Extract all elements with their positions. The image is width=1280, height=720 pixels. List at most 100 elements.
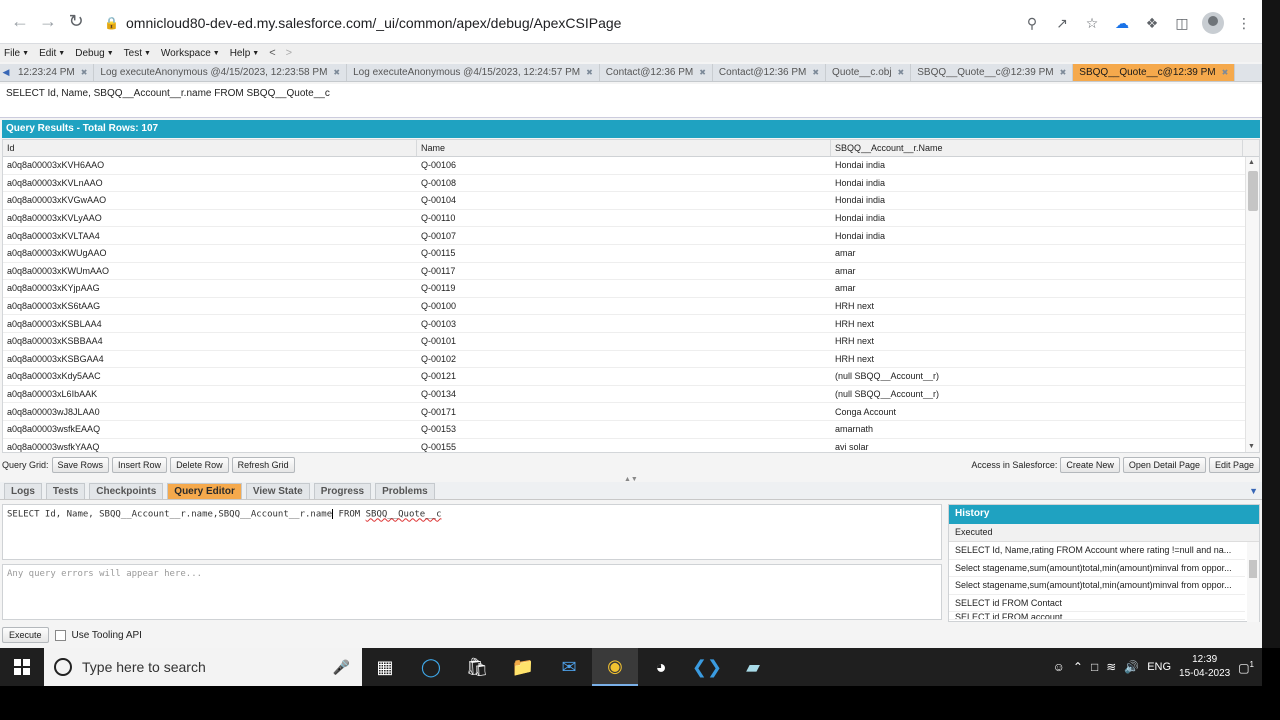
- cell-account-name[interactable]: HRH next: [831, 354, 1243, 364]
- back-arrow-icon[interactable]: ←: [6, 8, 34, 36]
- cell-id[interactable]: a0q8a00003xKWUmAAO: [3, 266, 417, 276]
- table-row[interactable]: a0q8a00003xKS6tAAG Q-00100 HRH next: [3, 298, 1259, 316]
- show-hidden-icons-icon[interactable]: ⌃: [1073, 660, 1083, 674]
- tab-scroll-left-icon[interactable]: ◀: [0, 67, 12, 78]
- chrome-icon[interactable]: ◉: [592, 648, 638, 686]
- share-icon[interactable]: ↗: [1052, 13, 1072, 33]
- cell-name[interactable]: Q-00107: [417, 231, 831, 241]
- close-icon[interactable]: ✖: [898, 68, 905, 77]
- cell-id[interactable]: a0q8a00003xKVGwAAO: [3, 195, 417, 205]
- insert-row-button[interactable]: Insert Row: [112, 457, 168, 473]
- windows-start-button[interactable]: [0, 648, 44, 686]
- tab-query-editor[interactable]: Query Editor: [167, 482, 242, 499]
- cell-account-name[interactable]: Conga Account: [831, 407, 1243, 417]
- table-row[interactable]: a0q8a00003xKWUmAAO Q-00117 amar: [3, 263, 1259, 281]
- cell-account-name[interactable]: amar: [831, 248, 1243, 258]
- menu-file[interactable]: File ▼: [4, 48, 29, 59]
- execute-button[interactable]: Execute: [2, 627, 49, 643]
- history-item[interactable]: SELECT id FROM account: [949, 612, 1245, 621]
- close-icon[interactable]: ✖: [1060, 68, 1067, 77]
- obs-recorder-icon[interactable]: ◕: [638, 648, 684, 686]
- table-row[interactable]: a0q8a00003xKVH6AAO Q-00106 Hondai india: [3, 157, 1259, 175]
- cell-id[interactable]: a0q8a00003xKVLyAAO: [3, 213, 417, 223]
- close-icon[interactable]: ✖: [586, 68, 593, 77]
- cell-name[interactable]: Q-00100: [417, 301, 831, 311]
- file-explorer-icon[interactable]: 📁: [500, 648, 546, 686]
- tab-checkpoints[interactable]: Checkpoints: [89, 482, 164, 499]
- cell-name[interactable]: Q-00101: [417, 336, 831, 346]
- cell-name[interactable]: Q-00121: [417, 371, 831, 381]
- cell-id[interactable]: a0q8a00003xKYjpAAG: [3, 283, 417, 293]
- history-scroll-thumb[interactable]: [1249, 560, 1257, 578]
- table-row[interactable]: a0q8a00003wJ8JLAA0 Q-00171 Conga Account: [3, 403, 1259, 421]
- extensions-puzzle-icon[interactable]: ❖: [1142, 13, 1162, 33]
- cell-name[interactable]: Q-00106: [417, 160, 831, 170]
- cell-id[interactable]: a0q8a00003xKVLnAAO: [3, 178, 417, 188]
- tab-quote-obj[interactable]: Quote__c.obj ✖: [826, 64, 912, 81]
- create-new-button[interactable]: Create New: [1060, 457, 1120, 473]
- table-row[interactable]: a0q8a00003xKVGwAAO Q-00104 Hondai india: [3, 192, 1259, 210]
- cell-name[interactable]: Q-00110: [417, 213, 831, 223]
- table-row[interactable]: a0q8a00003xKdy5AAC Q-00121 (null SBQQ__Acc…: [3, 368, 1259, 386]
- close-icon[interactable]: ✖: [1222, 68, 1229, 77]
- cell-name[interactable]: Q-00153: [417, 424, 831, 434]
- cell-id[interactable]: a0q8a00003wsfkYAAQ: [3, 442, 417, 452]
- collapse-panel-icon[interactable]: ▼: [1249, 486, 1258, 496]
- tab-sbqq-quote-1[interactable]: SBQQ__Quote__c@12:39 PM ✖: [911, 64, 1074, 81]
- cell-id[interactable]: a0q8a00003xL6IbAAK: [3, 389, 417, 399]
- edge-browser-icon[interactable]: ◯: [408, 648, 454, 686]
- store-icon[interactable]: 🛍: [454, 648, 500, 686]
- delete-row-button[interactable]: Delete Row: [170, 457, 229, 473]
- task-view-icon[interactable]: ▦: [362, 648, 408, 686]
- microphone-icon[interactable]: 🎤: [333, 659, 350, 676]
- cell-name[interactable]: Q-00103: [417, 319, 831, 329]
- history-back-icon[interactable]: <: [269, 47, 275, 59]
- language-indicator[interactable]: ENG: [1147, 661, 1171, 673]
- tab-view-state[interactable]: View State: [245, 482, 310, 499]
- taskbar-search-box[interactable]: Type here to search 🎤: [44, 648, 362, 686]
- mail-icon[interactable]: ✉: [546, 648, 592, 686]
- bookmark-star-icon[interactable]: ☆: [1082, 13, 1102, 33]
- zoom-icon[interactable]: ⚲: [1022, 13, 1042, 33]
- cell-account-name[interactable]: Hondai india: [831, 178, 1243, 188]
- cell-id[interactable]: a0q8a00003xKS6tAAG: [3, 301, 417, 311]
- history-item[interactable]: SELECT Id, Name,rating FROM Account wher…: [949, 542, 1245, 560]
- cell-account-name[interactable]: Hondai india: [831, 160, 1243, 170]
- close-icon[interactable]: ✖: [81, 68, 88, 77]
- tab-logs[interactable]: Logs: [4, 482, 42, 499]
- cell-name[interactable]: Q-00119: [417, 283, 831, 293]
- scroll-up-icon[interactable]: ▲: [1248, 159, 1255, 166]
- cell-account-name[interactable]: Hondai india: [831, 195, 1243, 205]
- table-row[interactable]: a0q8a00003xKVLnAAO Q-00108 Hondai india: [3, 174, 1259, 193]
- cell-id[interactable]: a0q8a00003xKWUgAAO: [3, 248, 417, 258]
- open-detail-page-button[interactable]: Open Detail Page: [1122, 457, 1206, 473]
- cell-name[interactable]: Q-00171: [417, 407, 831, 417]
- tab-log-1[interactable]: 12:23:24 PM ✖: [12, 64, 95, 81]
- cell-account-name[interactable]: amar: [831, 283, 1243, 293]
- history-forward-icon[interactable]: >: [286, 47, 292, 59]
- menu-help[interactable]: Help ▼: [230, 48, 260, 59]
- use-tooling-api-checkbox[interactable]: [54, 629, 66, 641]
- extension-cloud-icon[interactable]: ☁: [1112, 13, 1132, 33]
- cell-name[interactable]: Q-00117: [417, 266, 831, 276]
- cell-name[interactable]: Q-00102: [417, 354, 831, 364]
- battery-icon[interactable]: □: [1091, 660, 1098, 674]
- cell-name[interactable]: Q-00104: [417, 195, 831, 205]
- profile-avatar[interactable]: [1202, 12, 1224, 34]
- column-header-id[interactable]: Id: [3, 140, 417, 156]
- cell-account-name[interactable]: avi solar: [831, 442, 1243, 452]
- query-editor-input[interactable]: SELECT Id, Name, SBQQ__Account__r.name,S…: [2, 504, 942, 560]
- menu-debug[interactable]: Debug ▼: [75, 48, 113, 59]
- table-row[interactable]: a0q8a00003xL6IbAAK Q-00134 (null SBQQ__Acc…: [3, 385, 1259, 404]
- edit-page-button[interactable]: Edit Page: [1208, 457, 1260, 473]
- cell-account-name[interactable]: HRH next: [831, 319, 1243, 329]
- cell-id[interactable]: a0q8a00003xKSBGAA4: [3, 354, 417, 364]
- reload-icon[interactable]: ↻: [62, 8, 90, 36]
- menu-workspace[interactable]: Workspace ▼: [161, 48, 220, 59]
- people-icon[interactable]: ☺: [1053, 660, 1065, 674]
- side-panel-icon[interactable]: ◫: [1172, 13, 1192, 33]
- history-item[interactable]: Select stagename,sum(amount)total,min(am…: [949, 577, 1245, 595]
- menu-test[interactable]: Test ▼: [124, 48, 151, 59]
- menu-edit[interactable]: Edit ▼: [39, 48, 65, 59]
- grid-scrollbar[interactable]: ▲ ▼: [1245, 157, 1259, 452]
